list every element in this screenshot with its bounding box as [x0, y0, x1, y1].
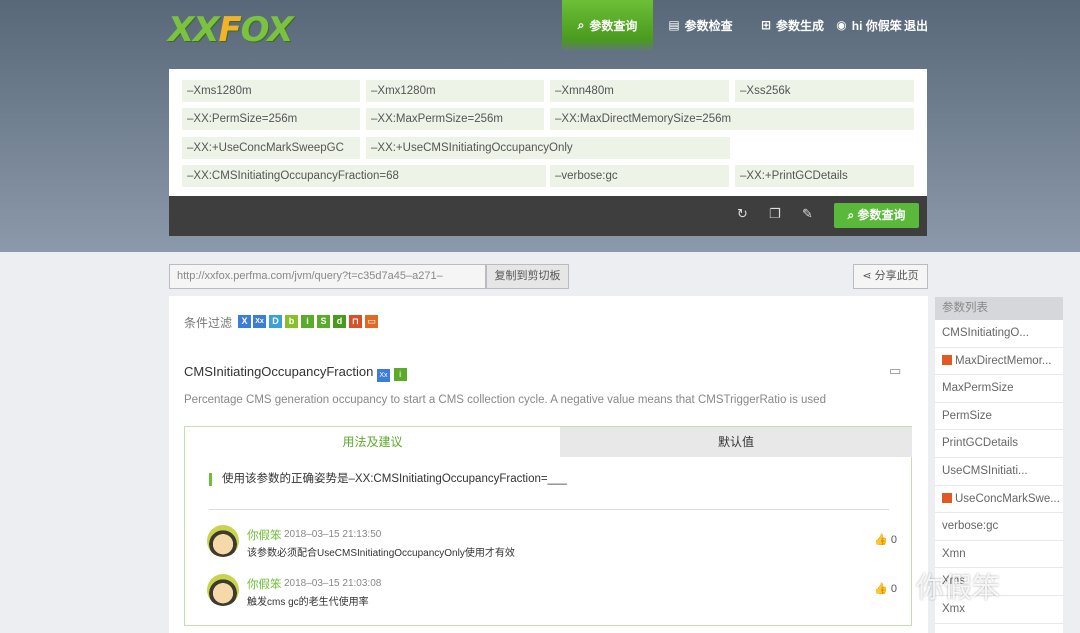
param-input-area[interactable]: –Xms1280m –Xmx1280m –Xmn480m –Xss256k –X… [169, 69, 927, 196]
filter-badge[interactable]: S [317, 315, 330, 328]
sidebar-title: 参数列表 [935, 297, 1063, 320]
param-chip[interactable]: –Xmx1280m [366, 80, 544, 102]
comment-text: 触发cms gc的老生代使用率 [247, 597, 369, 608]
like-button[interactable]: 👍 0 [874, 582, 897, 595]
comment-user[interactable]: 你假笨 [247, 576, 282, 592]
param-toolbar: ↻ ❐ ✎ ⌕ 参数查询 [169, 196, 927, 236]
type-badge: Xx [376, 369, 390, 382]
sidebar-item[interactable]: PermSize [935, 403, 1063, 431]
param-description: Percentage CMS generation occupancy to s… [184, 394, 826, 406]
param-title: CMSInitiatingOccupancyFraction Xx i [184, 364, 407, 382]
thumbs-up-icon: 👍 [874, 583, 891, 595]
param-chip[interactable]: –Xmn480m [550, 80, 729, 102]
share-icon: ⋖ [862, 270, 875, 282]
filter-badge[interactable]: X [238, 315, 251, 328]
copy-icon[interactable]: ❐ [769, 206, 781, 222]
copy-to-clipboard-button[interactable]: 复制到剪切板 [486, 264, 569, 289]
logout-link[interactable]: 退出 [902, 0, 930, 50]
sidebar-item[interactable]: UseCMSInitiati... [935, 458, 1063, 486]
sidebar-item[interactable]: PrintGCDetails [935, 430, 1063, 458]
tab-usage[interactable]: 用法及建议 [185, 427, 560, 457]
like-button[interactable]: 👍 0 [874, 533, 897, 546]
filter-badge[interactable]: Xx [253, 315, 266, 328]
flag-icon [942, 354, 952, 365]
param-chip[interactable]: –XX:PermSize=256m [182, 108, 360, 130]
filter-label: 条件过滤 [184, 316, 233, 330]
logo-text-accent: F [218, 10, 241, 50]
filter-badge[interactable]: i [301, 315, 314, 328]
search-icon: ⌕ [847, 208, 858, 222]
param-chip[interactable]: –XX:MaxDirectMemorySize=256m [550, 108, 914, 130]
nav-user[interactable]: ◉ hi 你假笨 [836, 0, 902, 50]
sidebar-item[interactable]: CMSInitiatingO... [935, 320, 1063, 348]
param-chip[interactable]: –verbose:gc [550, 165, 729, 187]
search-icon: ⌕ [577, 17, 585, 32]
filter-badge[interactable]: D [269, 315, 282, 328]
type-badge: i [393, 368, 407, 381]
comment-item: 你假笨 2018–03–15 21:03:08 触发cms gc的老生代使用率 … [207, 574, 897, 610]
share-url-input[interactable]: http://xxfox.perfma.com/jvm/query?t=c35d… [169, 264, 486, 289]
usage-tabs: 用法及建议 默认值 使用该参数的正确姿势是–XX:CMSInitiatingOc… [184, 426, 912, 626]
sidebar-item[interactable]: MaxDirectMemor... [935, 348, 1063, 376]
param-chip[interactable]: –XX:+PrintGCDetails [735, 165, 914, 187]
param-chip[interactable]: –XX:CMSInitiatingOccupancyFraction=68 [182, 165, 546, 187]
user-icon: ◉ [836, 18, 847, 32]
logo-text-end: OX [240, 10, 294, 50]
query-button[interactable]: ⌕ 参数查询 [834, 203, 919, 228]
sidebar-item[interactable]: verbose:gc [935, 513, 1063, 541]
sidebar-item[interactable]: Xmn [935, 541, 1063, 569]
document-icon: ▤ [668, 18, 680, 32]
comment-item: 你假笨 2018–03–15 21:13:50 该参数必须配合UseCMSIni… [207, 525, 897, 561]
sidebar-item[interactable]: UseConcMarkSwe... [935, 486, 1063, 514]
edit-icon[interactable]: ✎ [802, 206, 813, 222]
param-chip[interactable]: –XX:MaxPermSize=256m [366, 108, 544, 130]
divider [209, 509, 889, 510]
avatar[interactable] [207, 525, 239, 557]
nav-query[interactable]: ⌕ 参数查询 [562, 0, 653, 50]
sidebar-item[interactable]: MaxPermSize [935, 375, 1063, 403]
filter-badge[interactable]: b [285, 315, 298, 328]
param-detail-card: 条件过滤 X Xx D b i S d ⊓ ▭ CMSInitiatingOcc… [169, 296, 928, 633]
param-chip[interactable]: –Xss256k [735, 80, 914, 102]
filter-badge[interactable]: ▭ [365, 315, 378, 328]
comment-text: 该参数必须配合UseCMSInitiatingOccupancyOnly使用才有… [247, 548, 515, 559]
param-chip[interactable]: –Xms1280m [182, 80, 360, 102]
watermark: 你假笨 [916, 572, 1001, 603]
comment-user[interactable]: 你假笨 [247, 527, 282, 543]
refresh-icon[interactable]: ↻ [737, 206, 748, 222]
comment-time: 2018–03–15 21:03:08 [284, 578, 382, 589]
avatar[interactable] [207, 574, 239, 606]
flag-icon [942, 492, 952, 503]
xxfox-logo[interactable]: XXFOX [168, 10, 294, 50]
filter-badge[interactable]: ⊓ [349, 315, 362, 328]
comment-time: 2018–03–15 21:13:50 [284, 529, 382, 540]
thumbs-up-icon: 👍 [874, 534, 891, 546]
share-page-button[interactable]: ⋖ 分享此页 [853, 264, 928, 289]
tab-default[interactable]: 默认值 [560, 427, 912, 457]
nav-check[interactable]: ▤ 参数检查 [663, 0, 738, 50]
filter-badge[interactable]: d [333, 315, 346, 328]
usage-text: 使用该参数的正确姿势是–XX:CMSInitiatingOccupancyFra… [209, 473, 567, 486]
param-chip[interactable]: –XX:+UseCMSInitiatingOccupancyOnly [366, 137, 730, 159]
comment-icon[interactable]: ▭ [889, 363, 901, 379]
logo-text: XX [168, 10, 219, 50]
generate-icon: ⊞ [760, 18, 772, 32]
nav-generate[interactable]: ⊞ 参数生成 [755, 0, 830, 50]
param-chip[interactable]: –XX:+UseConcMarkSweepGC [182, 137, 360, 159]
